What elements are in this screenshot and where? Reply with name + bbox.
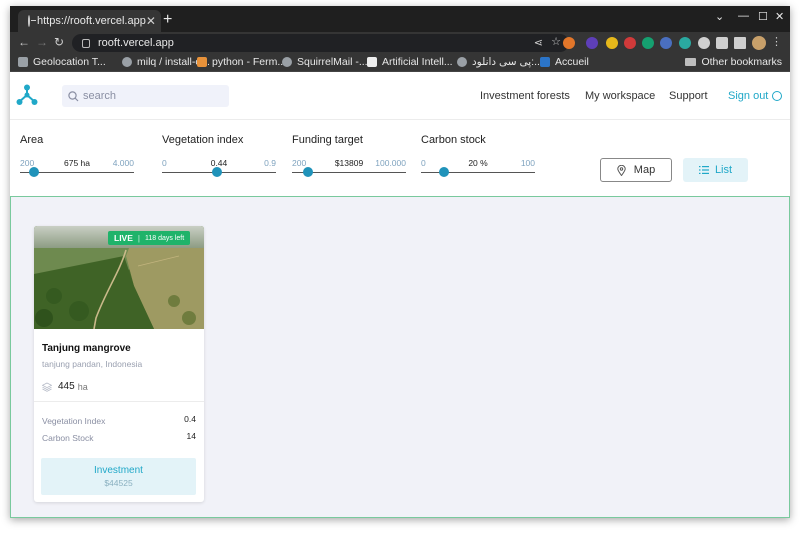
status-badge: LIVE | 118 days left xyxy=(108,231,191,245)
metric-value: 0.4 xyxy=(184,414,196,424)
filter-label: Vegetation index xyxy=(162,134,244,146)
close-window-icon[interactable]: ✕ xyxy=(775,10,784,23)
slider-thumb[interactable] xyxy=(28,167,39,177)
map-pin-icon xyxy=(617,164,626,176)
tab-search-icon[interactable]: ⌄ xyxy=(715,10,724,23)
badge-separator: | xyxy=(137,233,140,243)
folder-icon xyxy=(685,58,697,66)
bookmark-item[interactable]: Artificial Intell... xyxy=(367,56,453,68)
search-input[interactable] xyxy=(83,90,213,102)
filter-label: Funding target xyxy=(292,134,363,146)
bookmark-item[interactable]: Geolocation T... xyxy=(18,56,106,68)
user-icon xyxy=(772,91,783,101)
address-bar[interactable]: rooft.vercel.app ⋖ ☆ xyxy=(72,34,569,52)
new-tab-icon[interactable]: + xyxy=(163,11,172,29)
filter-funding-target: Funding target 200 $13809 100.000 xyxy=(292,134,406,177)
nav-my-workspace[interactable]: My workspace xyxy=(585,90,655,102)
tab-strip: https://rooft.vercel.app ✕ + ⌄ — ☐ ✕ xyxy=(10,6,790,32)
profile-avatar[interactable] xyxy=(752,36,766,50)
menu-kebab-icon[interactable]: ⋮ xyxy=(771,35,782,48)
extension-icon[interactable] xyxy=(660,37,672,49)
forest-area: 445 ha xyxy=(42,381,88,392)
filter-area: Area 200 675 ha 4.000 xyxy=(20,134,134,177)
adblock-icon[interactable] xyxy=(624,37,636,49)
layers-icon xyxy=(42,382,52,392)
filter-value: 20 % xyxy=(468,158,488,168)
bookmark-favicon-icon xyxy=(18,57,28,67)
browser-window: https://rooft.vercel.app ✕ + ⌄ — ☐ ✕ ← →… xyxy=(10,6,790,518)
stackoverflow-icon xyxy=(197,57,207,67)
lock-icon xyxy=(82,38,90,48)
close-tab-icon[interactable]: ✕ xyxy=(146,14,156,28)
forest-title: Tanjung mangrove xyxy=(42,343,131,354)
filter-max: 4.000 xyxy=(112,158,134,168)
area-unit: ha xyxy=(77,381,88,392)
sign-out-link[interactable]: Sign out xyxy=(728,90,783,102)
slider-thumb[interactable] xyxy=(438,167,449,177)
address-text: rooft.vercel.app xyxy=(98,37,174,49)
filter-carbon-stock: Carbon stock 0 20 % 100 xyxy=(421,134,535,177)
globe-icon xyxy=(28,15,36,27)
filter-max: 100.000 xyxy=(375,158,406,168)
filter-vegetation-index: Vegetation index 0 0.44 0.9 xyxy=(162,134,276,177)
tab-title: https://rooft.vercel.app xyxy=(37,15,146,27)
bookmark-item[interactable]: python - Ferm... xyxy=(197,56,286,68)
github-icon xyxy=(122,57,132,67)
slider-thumb[interactable] xyxy=(302,167,313,177)
globe-icon xyxy=(457,57,467,67)
other-bookmarks-folder[interactable]: Other bookmarks xyxy=(685,56,782,68)
investment-button[interactable]: Investment $44525 xyxy=(41,458,196,495)
back-icon[interactable]: ← xyxy=(18,35,30,49)
slider-thumb[interactable] xyxy=(211,167,222,177)
search-icon xyxy=(68,90,79,101)
filter-max: 100 xyxy=(520,158,535,168)
browser-tab[interactable]: https://rooft.vercel.app ✕ xyxy=(18,10,161,32)
app-header: Investment forests My workspace Support … xyxy=(10,72,790,120)
metric-vegetation-index: Vegetation Index 0.4 xyxy=(42,414,196,426)
browser-toolbar: ← → ↻ rooft.vercel.app ⋖ ☆ ⋮ xyxy=(10,32,790,54)
linkedin-icon xyxy=(540,57,550,67)
forward-icon[interactable]: → xyxy=(36,35,48,49)
filter-label: Carbon stock xyxy=(421,134,486,146)
reload-icon[interactable]: ↻ xyxy=(54,35,64,49)
metric-value: 14 xyxy=(186,431,196,441)
list-icon xyxy=(698,166,709,174)
maximize-icon[interactable]: ☐ xyxy=(758,10,768,23)
forest-location: tanjung pandan, Indonesia xyxy=(42,359,143,369)
list-view-button[interactable]: List xyxy=(683,158,748,182)
grammarly-icon[interactable] xyxy=(642,37,654,49)
investment-amount: $44525 xyxy=(104,478,133,488)
bookmark-item[interactable]: Accueil xyxy=(540,56,589,68)
minimize-icon[interactable]: — xyxy=(738,10,749,22)
bookmark-item[interactable]: SquirrelMail -... xyxy=(282,56,368,68)
area-value: 445 xyxy=(58,381,75,392)
divider xyxy=(34,401,204,402)
bookmark-item[interactable]: پی سی دانلود:... xyxy=(457,56,543,68)
filter-max: 0.9 xyxy=(264,158,276,168)
puzzle-icon[interactable] xyxy=(716,37,728,49)
extension-icon[interactable] xyxy=(679,37,691,49)
shield-icon[interactable] xyxy=(698,37,710,49)
map-view-button[interactable]: Map xyxy=(600,158,672,182)
metamask-extension-icon[interactable] xyxy=(563,37,575,49)
nav-support[interactable]: Support xyxy=(669,90,708,102)
amazon-icon xyxy=(367,57,377,67)
nav-investment-forests[interactable]: Investment forests xyxy=(480,90,570,102)
web-page: Investment forests My workspace Support … xyxy=(10,72,790,518)
forest-list: LIVE | 118 days left Tanjung mangrove ta… xyxy=(10,196,790,518)
filter-label: Area xyxy=(20,134,44,146)
sidebar-icon[interactable] xyxy=(734,37,746,49)
forest-card[interactable]: LIVE | 118 days left Tanjung mangrove ta… xyxy=(34,226,204,502)
days-left: 118 days left xyxy=(144,234,185,242)
metric-carbon-stock: Carbon Stock 14 xyxy=(42,431,196,443)
bookmarks-bar: Geolocation T... milq / install-o... pyt… xyxy=(10,54,790,72)
bookmark-star-icon[interactable]: ☆ xyxy=(551,35,561,48)
extension-icon[interactable] xyxy=(586,37,598,49)
rooft-logo-icon[interactable] xyxy=(16,84,38,106)
share-icon[interactable]: ⋖ xyxy=(534,36,543,49)
filter-bar: Area 200 675 ha 4.000 Vegetation index 0… xyxy=(10,120,790,196)
globe-icon xyxy=(282,57,292,67)
search-box[interactable] xyxy=(62,85,229,107)
extension-icon[interactable] xyxy=(606,37,618,49)
